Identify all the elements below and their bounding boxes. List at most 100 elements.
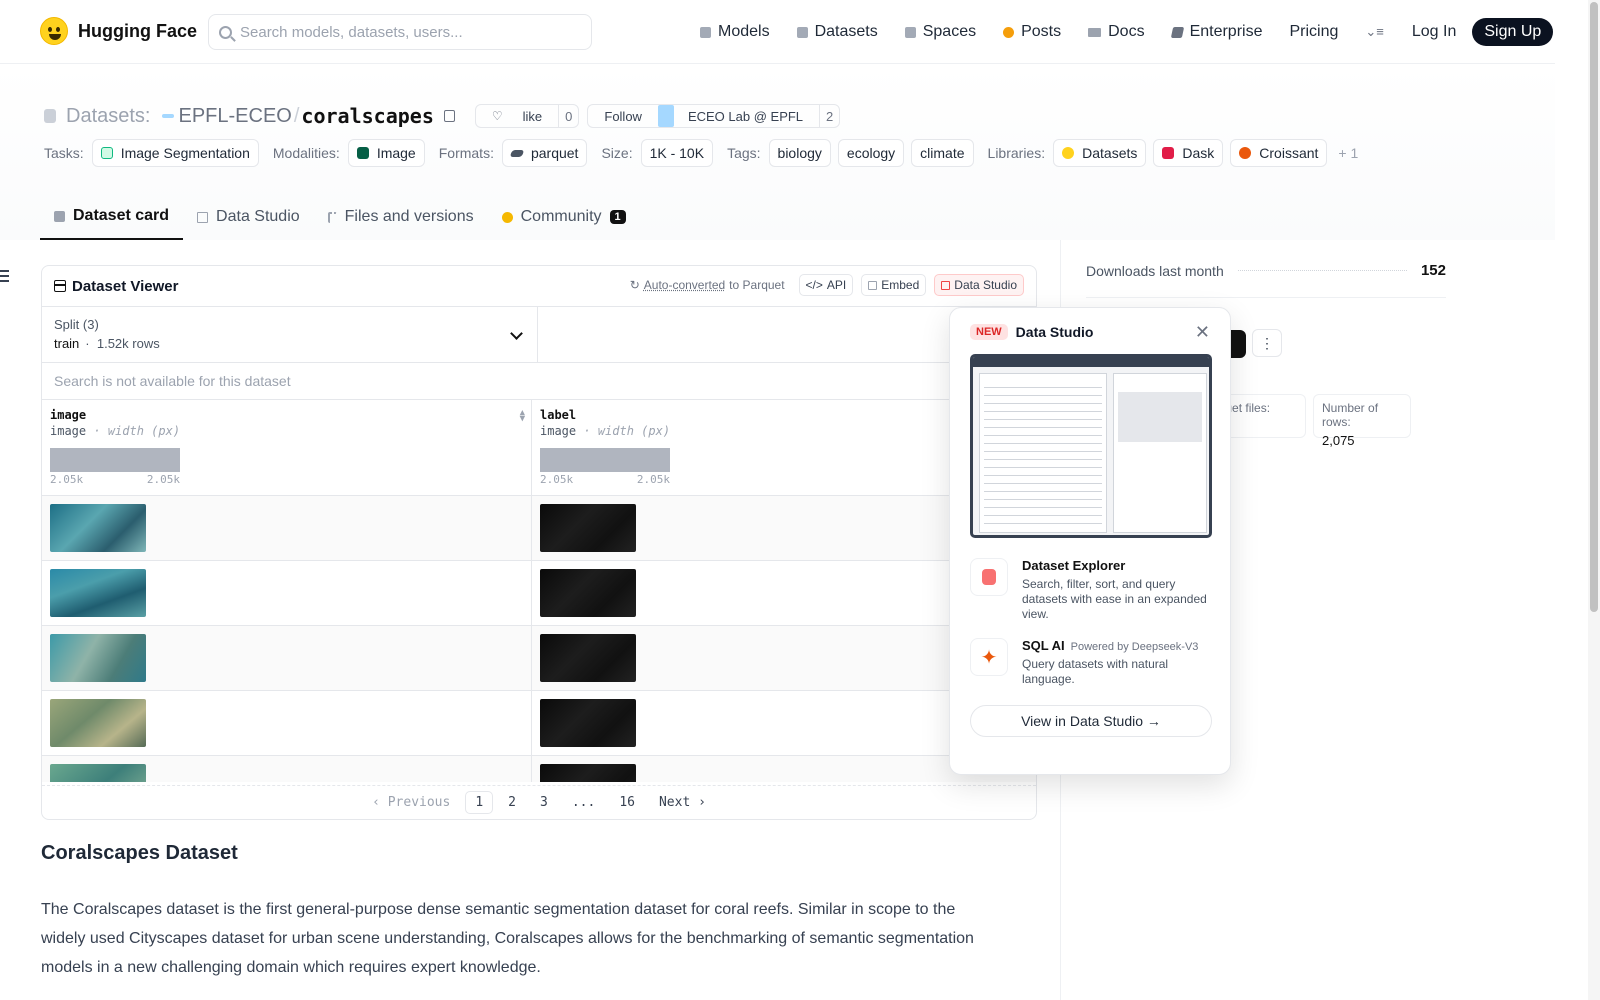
nav-enterprise[interactable]: Enterprise (1170, 18, 1262, 46)
feature-title: SQL AI Powered by Deepseek-V3 (1022, 638, 1199, 653)
page-scrollbar[interactable] (1588, 0, 1600, 1000)
view-in-data-studio-button[interactable]: View in Data Studio → (970, 705, 1212, 737)
table-row[interactable] (42, 496, 1036, 561)
page-2[interactable]: 2 (499, 792, 525, 813)
database-icon (970, 558, 1008, 596)
image-cell[interactable] (42, 561, 532, 625)
dataset-name[interactable]: coralscapes (301, 104, 433, 128)
follow-count: 2 (819, 105, 839, 127)
tag-ecology[interactable]: ecology (837, 139, 905, 167)
format-tag[interactable]: parquet (501, 139, 588, 167)
library-dask[interactable]: Dask (1153, 139, 1224, 167)
enterprise-icon (1170, 26, 1184, 38)
column-histogram[interactable] (540, 448, 670, 472)
page-ellipsis: ... (571, 795, 596, 810)
label-mask-thumbnail[interactable] (540, 504, 636, 552)
library-datasets[interactable]: Datasets (1053, 139, 1147, 167)
card-heading: Coralscapes Dataset (41, 842, 238, 864)
nav-docs-label: Docs (1108, 23, 1145, 40)
nav-pricing[interactable]: Pricing (1289, 18, 1338, 46)
api-button[interactable]: </> API (798, 274, 854, 296)
image-cell[interactable] (42, 691, 532, 755)
label-mask-thumbnail[interactable] (540, 764, 636, 782)
posts-icon (1003, 26, 1015, 38)
table-body (42, 496, 1036, 782)
reef-image-thumbnail[interactable] (50, 764, 146, 782)
downloads-row: Downloads last month 152 (1086, 262, 1446, 279)
tab-files[interactable]: Files and versions (314, 194, 488, 240)
nav-spaces[interactable]: Spaces (904, 18, 976, 46)
tag-climate[interactable]: climate (911, 139, 974, 167)
tag-biology[interactable]: biology (768, 139, 831, 167)
brand-name: Hugging Face (78, 20, 198, 41)
brand-logo[interactable]: Hugging Face (40, 17, 197, 45)
nav-posts[interactable]: Posts (1003, 18, 1061, 46)
library-croissant[interactable]: Croissant (1230, 139, 1328, 167)
data-studio-button[interactable]: Data Studio (934, 274, 1024, 296)
image-cell[interactable] (42, 626, 532, 690)
next-page[interactable]: Next › (650, 792, 715, 813)
reef-image-thumbnail[interactable] (50, 504, 146, 552)
auto-converted-note[interactable]: ↻ Auto-converted to Parquet (630, 278, 785, 292)
more-libraries[interactable]: + 1 (1338, 145, 1358, 161)
data-studio-preview-image (970, 354, 1212, 538)
more-options-button[interactable]: ⋮ (1252, 329, 1282, 357)
tab-dataset-card[interactable]: Dataset card (40, 194, 184, 240)
column-histogram[interactable] (50, 448, 180, 472)
previous-page[interactable]: ‹ Previous (363, 792, 459, 813)
reef-image-thumbnail[interactable] (50, 699, 146, 747)
image-cell[interactable] (42, 756, 532, 782)
signup-button[interactable]: Sign Up (1472, 18, 1554, 46)
breadcrumb-datasets[interactable]: Datasets: (66, 105, 150, 128)
right-sidebar: Downloads last month 152 (1086, 262, 1446, 298)
label-mask-thumbnail[interactable] (540, 569, 636, 617)
reef-image-thumbnail[interactable] (50, 569, 146, 617)
column-header-image[interactable]: image image · width (px) 2.05k 2.05k ▲ ▼ (42, 400, 532, 495)
table-row[interactable] (42, 626, 1036, 691)
column-type: image · width (px) (50, 424, 181, 438)
downloads-count: 152 (1420, 262, 1446, 279)
search-input[interactable]: Search models, datasets, users... (208, 14, 592, 50)
dataset-title-row: Datasets: EPFL-ECEO / coralscapes ♡ like … (44, 104, 841, 128)
embed-icon (868, 280, 878, 290)
size-tag[interactable]: 1K - 10K (640, 139, 714, 167)
copy-icon[interactable] (443, 110, 455, 122)
scrollbar-thumb[interactable] (1590, 2, 1598, 612)
reef-image-thumbnail[interactable] (50, 634, 146, 682)
sidebar-toggle-icon[interactable] (0, 270, 9, 282)
tab-community[interactable]: Community 1 (488, 194, 640, 240)
table-row[interactable] (42, 756, 1036, 782)
feature-title: Dataset Explorer (1022, 558, 1126, 573)
follow-button[interactable]: Follow ECEO Lab @ EPFL 2 (587, 104, 841, 128)
sort-icon[interactable]: ▲ ▼ (520, 409, 525, 424)
label-mask-thumbnail[interactable] (540, 634, 636, 682)
label-mask-thumbnail[interactable] (540, 699, 636, 747)
nav-datasets[interactable]: Datasets (796, 18, 878, 46)
code-icon: </> (805, 278, 823, 292)
tab-data-studio[interactable]: Data Studio (183, 194, 314, 240)
image-cell[interactable] (42, 496, 532, 560)
table-row[interactable] (42, 561, 1036, 626)
login-link[interactable]: Log In (1412, 23, 1456, 41)
popover-title: Data Studio (1015, 324, 1094, 340)
more-menu-icon[interactable]: ⌄≡ (1365, 24, 1383, 40)
task-tag[interactable]: Image Segmentation (91, 139, 259, 167)
sidebar-separator (1086, 297, 1446, 298)
modality-tag[interactable]: Image (347, 139, 425, 167)
cube-icon (54, 210, 65, 222)
split-select[interactable]: Split (3) train · 1.52k rows (42, 307, 538, 362)
like-button[interactable]: ♡ like 0 (474, 104, 580, 128)
follow-org: ECEO Lab @ EPFL (687, 108, 804, 124)
org-link[interactable]: EPFL-ECEO (162, 105, 292, 128)
data-studio-popover: NEW Data Studio ✕ Dataset Explorer Searc… (949, 307, 1231, 775)
embed-button[interactable]: Embed (861, 274, 927, 296)
page-16[interactable]: 16 (610, 792, 644, 813)
nav-docs[interactable]: Docs (1088, 18, 1145, 46)
table-row[interactable] (42, 691, 1036, 756)
tags-label: Tags: (727, 145, 761, 161)
close-icon[interactable]: ✕ (1195, 322, 1210, 343)
nav-models[interactable]: Models (700, 18, 770, 46)
page-3[interactable]: 3 (531, 792, 557, 813)
nav-pricing-label: Pricing (1289, 23, 1339, 40)
page-1[interactable]: 1 (465, 791, 494, 814)
